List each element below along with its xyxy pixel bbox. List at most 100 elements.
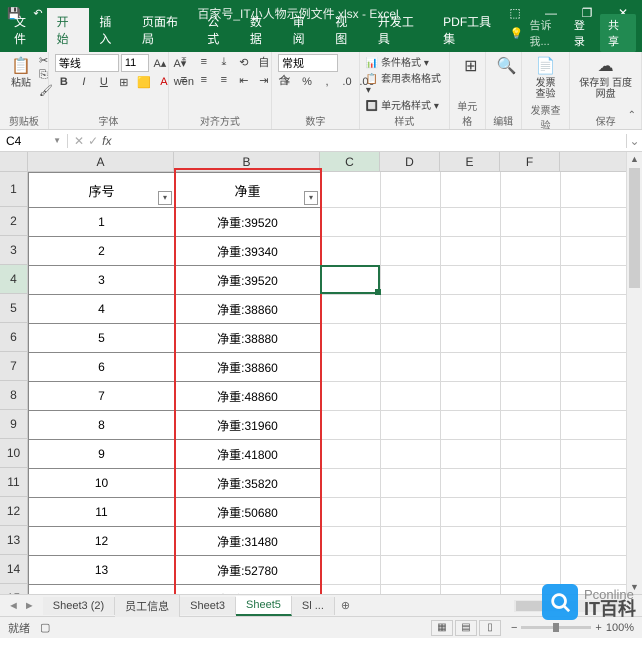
cell[interactable]: 11 <box>29 498 175 527</box>
zoom-level[interactable]: 100% <box>606 622 634 634</box>
tab-view[interactable]: 视图 <box>325 8 368 52</box>
cell[interactable]: 净重:50680 <box>175 498 321 527</box>
name-box[interactable]: C4▼ <box>0 134 68 148</box>
col-header-b[interactable]: B <box>174 152 320 171</box>
row-header-1[interactable]: 1 <box>0 172 27 207</box>
share-button[interactable]: 共享 <box>600 14 636 52</box>
cell[interactable]: 5 <box>29 324 175 353</box>
enter-formula-icon[interactable]: ✓ <box>88 134 98 148</box>
tab-developer[interactable]: 开发工具 <box>368 8 433 52</box>
header-cell-b[interactable]: 净重▾ <box>175 173 321 208</box>
row-header-9[interactable]: 9 <box>0 410 27 439</box>
align-center-button[interactable]: ≡ <box>195 72 213 88</box>
format-as-table-button[interactable]: 📋 套用表格格式 ▾ <box>366 70 443 96</box>
cell[interactable]: 12 <box>29 527 175 556</box>
cell[interactable]: 6 <box>29 353 175 382</box>
fill-color-button[interactable]: 🟨 <box>135 74 153 90</box>
scroll-up-icon[interactable]: ▲ <box>627 152 642 166</box>
cell[interactable]: 净重:38880 <box>175 324 321 353</box>
cell[interactable]: 净重:38860 <box>175 295 321 324</box>
row-header-11[interactable]: 11 <box>0 468 27 497</box>
cells-button[interactable]: ⊞ <box>456 54 486 78</box>
sheet-nav-next-icon[interactable]: ► <box>24 600 35 612</box>
normal-view-button[interactable]: ▦ <box>431 620 453 636</box>
grid[interactable]: 序号▾ 净重▾ 1净重:395202净重:393403净重:395204净重:3… <box>28 172 626 594</box>
cell[interactable]: 14 <box>29 585 175 595</box>
row-header-4[interactable]: 4 <box>0 265 27 294</box>
align-right-button[interactable]: ≡ <box>215 72 233 88</box>
percent-button[interactable]: % <box>298 74 316 90</box>
row-header-7[interactable]: 7 <box>0 352 27 381</box>
row-header-15[interactable]: 15 <box>0 584 27 594</box>
page-layout-view-button[interactable]: ▤ <box>455 620 477 636</box>
row-header-6[interactable]: 6 <box>0 323 27 352</box>
row-header-3[interactable]: 3 <box>0 236 27 265</box>
orientation-button[interactable]: ⟲ <box>235 54 253 70</box>
increase-font-button[interactable]: A▴ <box>151 55 169 71</box>
zoom-out-button[interactable]: − <box>511 622 517 634</box>
row-header-13[interactable]: 13 <box>0 526 27 555</box>
editing-button[interactable]: 🔍 <box>492 54 522 78</box>
underline-button[interactable]: U <box>95 74 113 90</box>
zoom-slider[interactable] <box>521 626 591 629</box>
comma-button[interactable]: , <box>318 74 336 90</box>
macro-record-icon[interactable]: ▢ <box>40 621 50 634</box>
add-sheet-button[interactable]: ⊕ <box>335 599 356 612</box>
conditional-format-button[interactable]: 📊 条件格式 ▾ <box>366 54 429 69</box>
row-header-14[interactable]: 14 <box>0 555 27 584</box>
border-button[interactable]: ⊞ <box>115 74 133 90</box>
col-header-c[interactable]: C <box>320 152 380 171</box>
italic-button[interactable]: I <box>75 74 93 90</box>
zoom-in-button[interactable]: + <box>595 622 601 634</box>
cell[interactable]: 净重:31480 <box>175 527 321 556</box>
tab-pdf-tools[interactable]: PDF工具集 <box>433 8 510 52</box>
filter-button-b[interactable]: ▾ <box>304 191 318 205</box>
sheet-tab-3[interactable]: Sheet3 <box>180 597 236 615</box>
cell[interactable]: 净重:52780 <box>175 556 321 585</box>
cell[interactable]: 净重:48860 <box>175 382 321 411</box>
tab-home[interactable]: 开始 <box>47 8 90 52</box>
align-middle-button[interactable]: ≡ <box>195 54 213 70</box>
paste-button[interactable]: 📋 粘贴 <box>6 54 36 91</box>
cell[interactable]: 8 <box>29 411 175 440</box>
row-header-5[interactable]: 5 <box>0 294 27 323</box>
cell[interactable]: 9 <box>29 440 175 469</box>
tab-data[interactable]: 数据 <box>240 8 283 52</box>
filter-button-a[interactable]: ▾ <box>158 191 172 205</box>
cell[interactable]: 净重:31920 <box>175 585 321 595</box>
cell-styles-button[interactable]: 🔲 单元格样式 ▾ <box>366 97 439 112</box>
sheet-nav-prev-icon[interactable]: ◄ <box>8 600 19 612</box>
tell-me-search[interactable]: 告诉我... <box>529 17 567 49</box>
row-header-10[interactable]: 10 <box>0 439 27 468</box>
save-baidu-button[interactable]: ☁保存到 百度网盘 <box>576 54 635 102</box>
select-all-corner[interactable] <box>0 152 28 172</box>
col-header-e[interactable]: E <box>440 152 500 171</box>
vertical-scrollbar[interactable]: ▲ ▼ <box>626 152 642 594</box>
align-left-button[interactable]: ≡ <box>175 72 193 88</box>
expand-formula-bar-button[interactable]: ⌄ <box>626 134 642 148</box>
wrap-text-button[interactable]: 自 <box>255 54 273 70</box>
cell[interactable]: 7 <box>29 382 175 411</box>
align-bottom-button[interactable]: ⤓ <box>215 54 233 70</box>
align-top-button[interactable]: ⤒ <box>175 54 193 70</box>
login-link[interactable]: 登录 <box>574 17 594 49</box>
sheet-tab-1[interactable]: Sheet3 (2) <box>43 597 115 615</box>
increase-indent-button[interactable]: ⇥ <box>255 72 273 88</box>
tab-page-layout[interactable]: 页面布局 <box>132 8 197 52</box>
header-cell-a[interactable]: 序号▾ <box>29 173 175 208</box>
cancel-formula-icon[interactable]: ✕ <box>74 134 84 148</box>
scrollbar-thumb[interactable] <box>629 168 640 288</box>
font-name-select[interactable] <box>55 54 119 72</box>
bold-button[interactable]: B <box>55 74 73 90</box>
cell[interactable]: 净重:41800 <box>175 440 321 469</box>
cell[interactable]: 13 <box>29 556 175 585</box>
tab-file[interactable]: 文件 <box>4 8 47 52</box>
col-header-d[interactable]: D <box>380 152 440 171</box>
cell[interactable]: 净重:31960 <box>175 411 321 440</box>
col-header-f[interactable]: F <box>500 152 560 171</box>
collapse-ribbon-button[interactable]: ⌃ <box>628 110 636 121</box>
page-break-view-button[interactable]: ▯ <box>479 620 501 636</box>
number-format-select[interactable] <box>278 54 338 72</box>
sheet-tab-5[interactable]: Sl ... <box>292 597 335 615</box>
tab-review[interactable]: 审阅 <box>283 8 326 52</box>
